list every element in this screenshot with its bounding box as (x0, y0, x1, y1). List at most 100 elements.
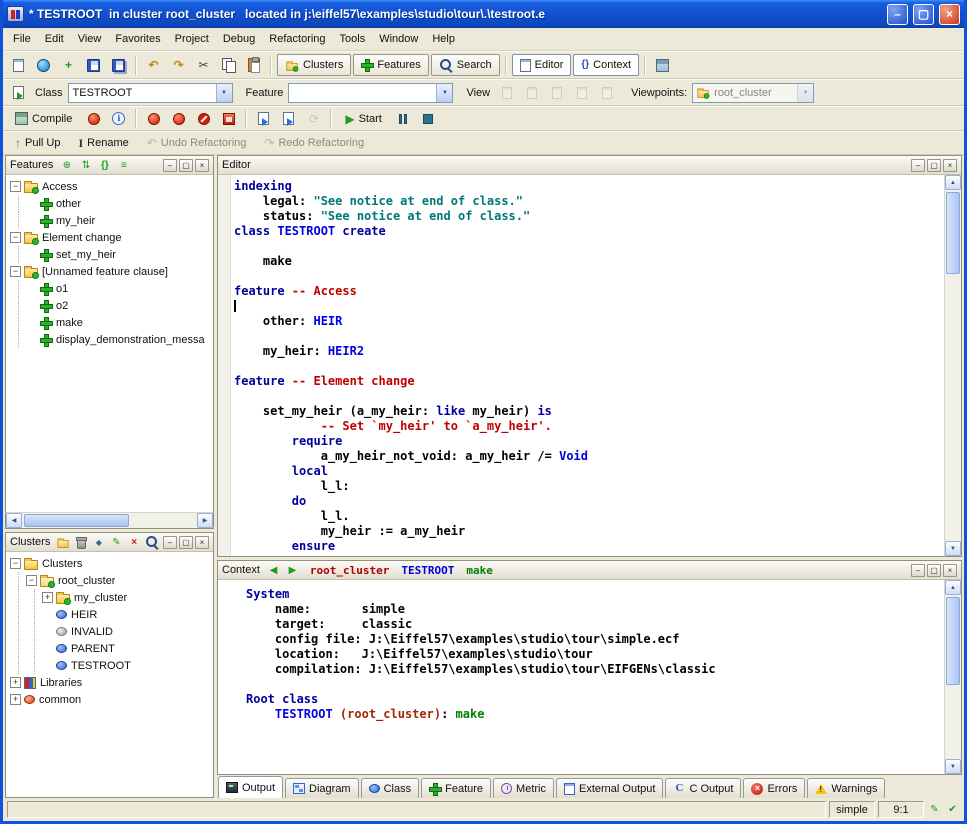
feature-list-icon[interactable]: ≡ (116, 158, 131, 173)
context-panel-titlebar[interactable]: Context ◀ ▶ root_clusterTESTROOTmake – ▢… (218, 561, 961, 580)
collapse-icon[interactable]: − (26, 575, 37, 586)
editor-vscroll-track[interactable] (945, 190, 961, 541)
tree-item-label[interactable]: display_demonstration_messa (56, 334, 205, 346)
editor-close-button[interactable]: × (943, 159, 957, 172)
editor-vscroll-thumb[interactable] (946, 192, 960, 274)
features-panel-titlebar[interactable]: Features ⊕ ⇅ {} ≡ – ▢ × (6, 156, 213, 175)
context-crumb-make[interactable]: make (466, 563, 493, 578)
tree-item-label[interactable]: Access (42, 181, 77, 193)
context-minimize-button[interactable]: – (911, 564, 925, 577)
viewpoints-combobox[interactable]: root_cluster ▼ (692, 83, 814, 103)
expand-icon[interactable]: + (42, 592, 53, 603)
tree-item-my-heir[interactable]: my_heir (6, 212, 213, 229)
view-flat-button[interactable] (545, 82, 568, 104)
start-button[interactable]: ▶ Start (337, 108, 389, 130)
context-scroll-down-button[interactable]: ▼ (945, 759, 961, 774)
tree-item-clusters[interactable]: −Clusters (6, 555, 213, 572)
tree-item-label[interactable]: HEIR (71, 609, 97, 621)
class-combobox[interactable]: TESTROOT ▼ (68, 83, 233, 103)
compilation-info-button[interactable]: i (107, 108, 130, 130)
editor-tool-button[interactable]: Editor (512, 54, 572, 76)
search-clusters-icon[interactable] (145, 535, 159, 550)
save-button[interactable] (82, 54, 105, 76)
tools-button[interactable] (651, 54, 674, 76)
context-vscroll-track[interactable] (945, 595, 961, 759)
tree-item-label[interactable]: INVALID (71, 626, 113, 638)
editor-scroll-up-button[interactable]: ▲ (945, 175, 961, 190)
features-hscrollbar[interactable]: ◀ ▶ (6, 512, 213, 528)
view-interface-button[interactable] (595, 82, 618, 104)
add-button[interactable]: + (57, 54, 80, 76)
clusters-restore-button[interactable]: ▢ (179, 536, 193, 549)
save-all-button[interactable] (107, 54, 130, 76)
tree-item-access[interactable]: − Access (6, 178, 213, 195)
editor-vscrollbar[interactable]: ▲ ▼ (944, 175, 961, 556)
compile-button[interactable]: Compile (7, 108, 80, 130)
window-minimize-button[interactable]: – (887, 4, 908, 25)
menu-help[interactable]: Help (425, 30, 462, 48)
editor-restore-button[interactable]: ▢ (927, 159, 941, 172)
tree-item-label[interactable]: PARENT (71, 643, 115, 655)
context-scroll-up-button[interactable]: ▲ (945, 580, 961, 595)
features-minimize-button[interactable]: – (163, 159, 177, 172)
clusters-close-button[interactable]: × (195, 536, 209, 549)
search-tool-button[interactable]: Search (431, 54, 500, 76)
tree-item-label[interactable]: set_my_heir (56, 249, 116, 261)
context-close-button[interactable]: × (943, 564, 957, 577)
tab-errors[interactable]: Errors (743, 778, 805, 798)
features-restore-button[interactable]: ▢ (179, 159, 193, 172)
clusters-panel-titlebar[interactable]: Clusters ◆ ✎ × – ▢ × (6, 533, 213, 552)
pause-button[interactable] (392, 108, 415, 130)
tab-c-output[interactable]: C Output (665, 778, 741, 798)
add-cluster-icon[interactable] (56, 535, 70, 550)
scroll-right-button[interactable]: ▶ (197, 513, 213, 528)
redo-refactoring-button[interactable]: ↷ Redo Refactoring (256, 132, 372, 154)
collapse-icon[interactable]: − (10, 181, 21, 192)
features-tree[interactable]: −Accessothermy_heir−Element changeset_my… (6, 175, 213, 512)
delete-cluster-icon[interactable] (74, 535, 88, 550)
tree-item-label[interactable]: TESTROOT (71, 660, 131, 672)
compile-workbench-button[interactable] (82, 108, 105, 130)
features-tool-button[interactable]: Features (353, 54, 428, 76)
tree-item-label[interactable]: o2 (56, 300, 68, 312)
feature-combobox[interactable]: ▼ (288, 83, 453, 103)
features-hscroll-track[interactable] (22, 513, 197, 528)
context-vscrollbar[interactable]: ▲ ▼ (944, 580, 961, 774)
feature-clauses-icon[interactable]: {} (97, 158, 112, 173)
clusters-tree[interactable]: −Clusters−root_cluster+my_clusterHEIRINV… (6, 552, 213, 797)
tree-item-set-my-heir[interactable]: set_my_heir (6, 246, 213, 263)
context-restore-button[interactable]: ▢ (927, 564, 941, 577)
tree-item-invalid[interactable]: INVALID (6, 623, 213, 640)
remove-cluster-icon[interactable]: × (127, 535, 141, 550)
menu-window[interactable]: Window (372, 30, 425, 48)
pull-up-button[interactable]: ↑ Pull Up (7, 132, 68, 154)
clusters-tool-button[interactable]: Clusters (277, 54, 351, 76)
copy-button[interactable] (217, 54, 240, 76)
open-button[interactable] (32, 54, 55, 76)
window-titlebar[interactable]: * TESTROOT in cluster root_cluster locat… (3, 0, 964, 28)
menu-debug[interactable]: Debug (216, 30, 262, 48)
context-tool-button[interactable]: {} Context (573, 54, 639, 76)
viewpoints-dropdown-icon[interactable]: ▼ (797, 84, 813, 102)
tree-item-root-cluster[interactable]: −root_cluster (6, 572, 213, 589)
window-maximize-button[interactable]: ▢ (913, 4, 934, 25)
context-back-button[interactable]: ◀ (266, 563, 281, 578)
move-features-icon[interactable]: ⊕ (59, 158, 74, 173)
context-crumb-root-cluster[interactable]: root_cluster (310, 563, 389, 578)
tab-feature[interactable]: Feature (421, 778, 491, 798)
clusters-minimize-button[interactable]: – (163, 536, 177, 549)
tree-item-libraries[interactable]: +Libraries (6, 674, 213, 691)
class-tool-button[interactable] (7, 82, 30, 104)
editor-code-area[interactable]: indexing legal: "See notice at end of cl… (231, 175, 944, 556)
rename-button[interactable]: I Rename (70, 132, 136, 154)
menu-refactoring[interactable]: Refactoring (262, 30, 332, 48)
features-close-button[interactable]: × (195, 159, 209, 172)
tab-external-output[interactable]: External Output (556, 778, 663, 798)
view-clickable-button[interactable] (520, 82, 543, 104)
tab-diagram[interactable]: Diagram (285, 778, 359, 798)
tree-item-label[interactable]: Element change (42, 232, 122, 244)
paste-button[interactable] (242, 54, 265, 76)
tree-item-heir[interactable]: HEIR (6, 606, 213, 623)
precompile-button[interactable] (217, 108, 240, 130)
tree-item-label[interactable]: common (39, 694, 81, 706)
